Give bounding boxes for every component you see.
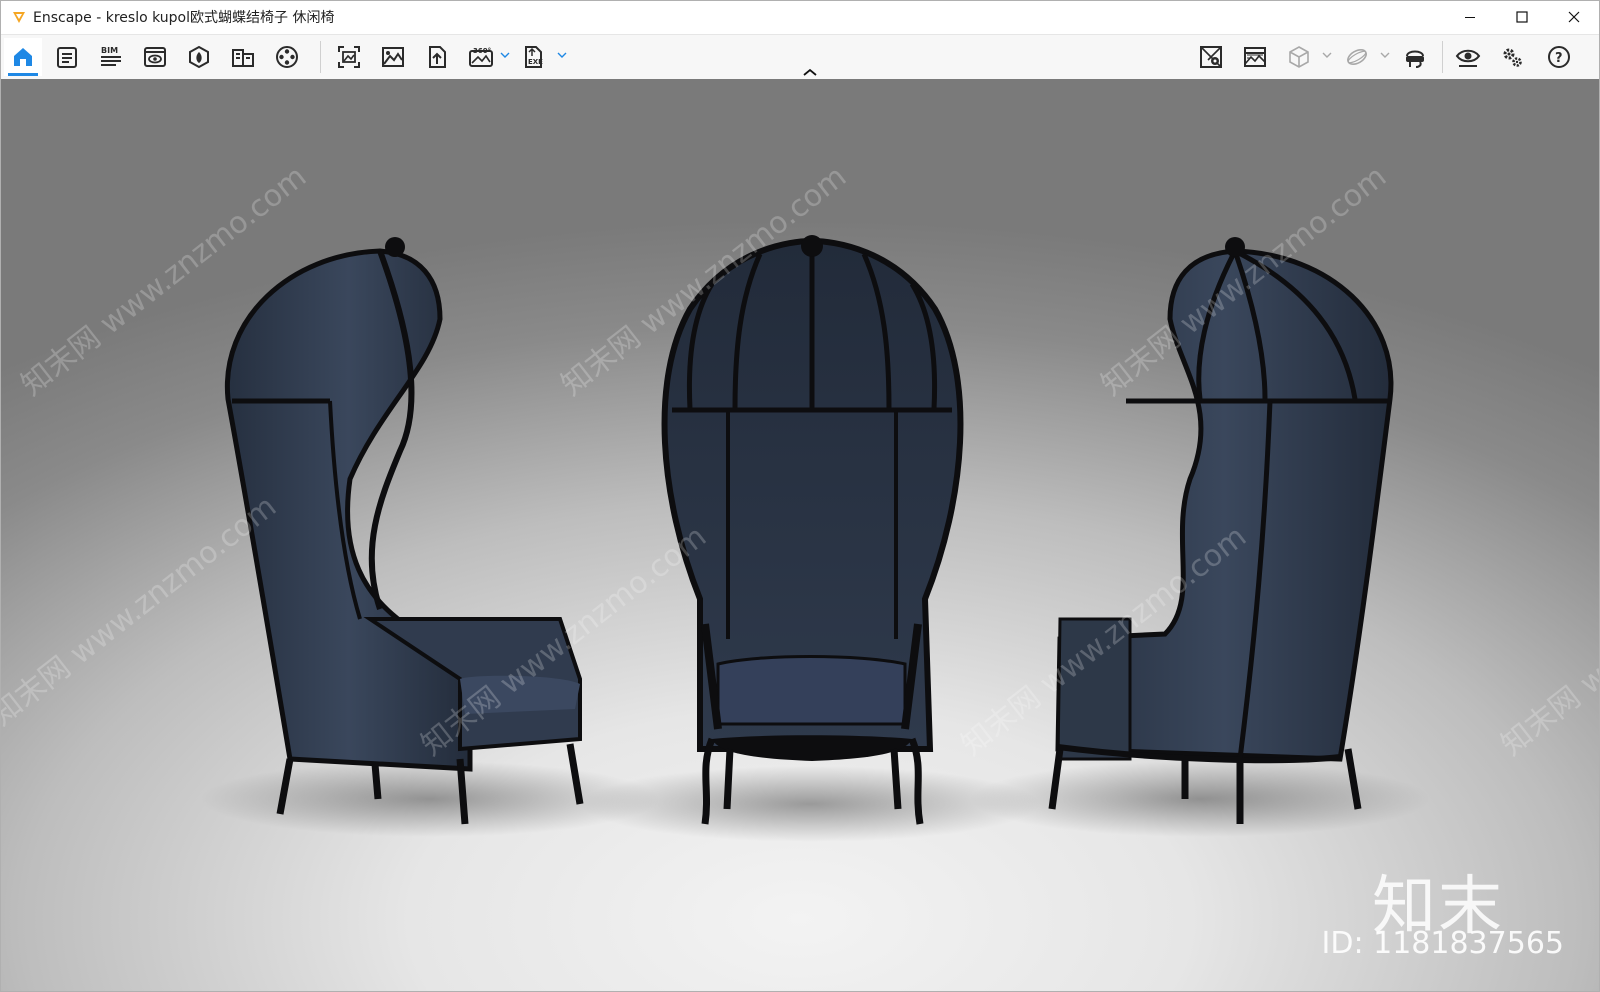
orbit-button[interactable] [1338,38,1376,76]
chevron-down-icon [1380,52,1390,58]
cube-button[interactable] [1280,38,1318,76]
batch-render-icon [382,47,404,67]
export-menu-button[interactable] [555,48,569,62]
main-toolbar: BIM 360° EXE ? [0,35,1600,80]
video-editor-button[interactable] [268,38,306,76]
sky-icon [1244,47,1266,67]
chevron-up-icon [803,68,817,76]
title-bar: Enscape - kreslo kupol欧式蝴蝶结椅子 休闲椅 [0,0,1600,35]
asset-library-icon [189,45,209,69]
minimize-icon [1465,17,1475,18]
help-icon: ? [1548,46,1570,68]
bim-icon: BIM [101,46,121,66]
upload-button[interactable] [418,38,456,76]
map-button[interactable] [1192,38,1230,76]
chevron-down-icon [500,52,510,58]
close-icon [1568,11,1580,23]
floor-shadow [970,761,1430,837]
orbit-icon [1347,48,1367,66]
orbit-menu-button[interactable] [1378,48,1392,62]
floor-shadow [580,766,1040,842]
bim-button[interactable]: BIM [92,38,130,76]
eye-button[interactable] [1449,38,1487,76]
help-button[interactable]: ? [1540,38,1578,76]
gears-icon [1503,48,1522,67]
screenshot-button[interactable] [330,38,368,76]
collapse-toolbar-button[interactable] [801,67,819,78]
map-icon [1200,46,1222,68]
home-button[interactable] [4,38,42,76]
material-editor-icon [232,49,254,67]
chevron-down-icon [557,52,567,58]
window-controls [1444,0,1600,34]
close-button[interactable] [1548,0,1600,34]
bim-label: BIM [101,46,118,55]
enscape-logo-icon [13,12,25,23]
settings-file-button[interactable] [48,38,86,76]
help-label: ? [1555,51,1563,66]
maximize-icon [1516,11,1528,23]
panorama-menu-button[interactable] [498,48,512,62]
upload-icon [429,46,446,68]
chair-left [224,237,584,825]
batch-render-button[interactable] [374,38,412,76]
toolbar-separator [1442,41,1443,73]
material-editor-button[interactable] [224,38,262,76]
asset-library-button[interactable] [180,38,218,76]
view-icon [144,47,166,67]
window-title: Enscape - kreslo kupol欧式蝴蝶结椅子 休闲椅 [33,10,335,26]
cube-icon [1289,46,1309,68]
video-editor-icon [276,46,298,68]
chair-center [661,235,964,825]
vr-headset-icon [1406,50,1424,68]
cube-menu-button[interactable] [1320,48,1334,62]
toolbar-separator [320,41,321,73]
settings-file-icon [57,47,77,68]
screenshot-icon [338,46,360,68]
export-exe-icon: EXE [525,46,543,68]
views-button[interactable] [136,38,174,76]
settings-button[interactable] [1493,38,1531,76]
vr-headset-button[interactable] [1396,38,1434,76]
chevron-down-icon [1322,52,1332,58]
eye-icon [1455,49,1481,67]
maximize-button[interactable] [1496,0,1548,34]
sky-button[interactable] [1236,38,1274,76]
minimize-button[interactable] [1444,0,1496,34]
home-icon [14,48,32,66]
image-id-label: ID: 1181837565 [1321,926,1564,961]
panorama-button[interactable]: 360° [462,38,500,76]
panorama-label: 360° [473,47,491,55]
export-exe-button[interactable]: EXE [514,38,552,76]
panorama-icon: 360° [469,47,493,67]
render-viewport[interactable]: 知末网 www.znzmo.com 知末网 www.znzmo.com 知末网 … [0,79,1600,992]
exe-label: EXE [528,58,543,66]
